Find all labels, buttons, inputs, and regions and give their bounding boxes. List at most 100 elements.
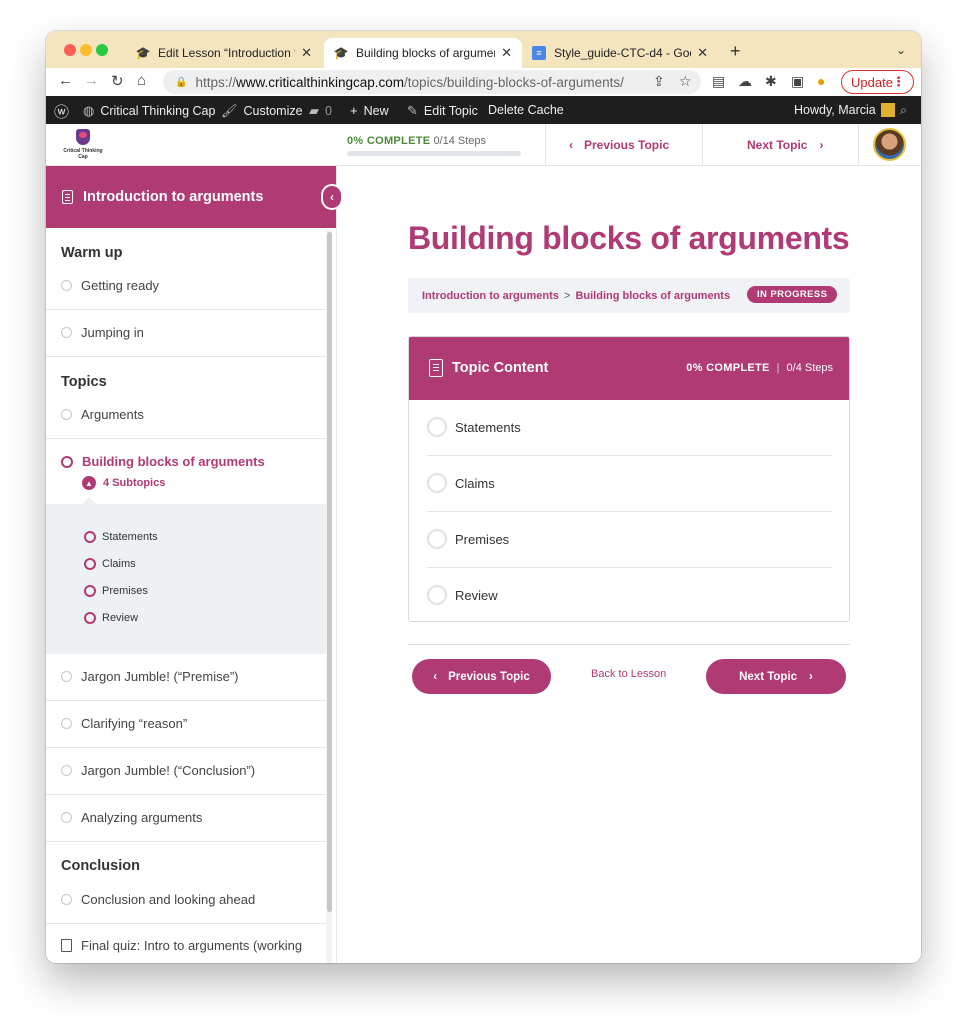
topic-content-item-statements[interactable]: Statements [427,399,832,455]
breadcrumb-parent-link[interactable]: Introduction to arguments [422,290,559,302]
share-icon[interactable]: ⇪ [653,73,665,90]
breadcrumb-current[interactable]: Building blocks of arguments [575,290,730,302]
customize-label: Customize [243,104,303,118]
topic-content-item-review[interactable]: Review [427,567,832,621]
bookmark-star-icon[interactable]: ☆ [679,73,692,90]
admin-site-link[interactable]: ◍ Critical Thinking Cap [83,103,215,119]
browser-window: 🎓 Edit Lesson “Introduction to arg ✕ 🎓 B… [46,31,921,963]
side-panel-icon[interactable]: ▣ [791,73,804,90]
subtopic-item-claims[interactable]: Claims [84,558,136,570]
section-heading-warm-up: Warm up [61,245,123,261]
close-tab-icon[interactable]: ✕ [501,45,512,61]
close-window-button[interactable] [64,44,76,56]
divider [46,356,326,357]
sidebar-item-building-blocks-active[interactable]: Building blocks of arguments [61,454,265,469]
sidebar-lesson-header[interactable]: Introduction to arguments [46,166,336,228]
topic-content-item-premises[interactable]: Premises [427,511,832,567]
zoom-window-button[interactable] [96,44,108,56]
new-content-link[interactable]: + New [350,103,389,118]
critical-thinking-cap-favicon-icon: 🎓 [333,46,349,60]
comments-link[interactable]: ▰ 0 [309,103,332,119]
customize-link[interactable]: 🖌 Customize [221,103,303,119]
back-arrow-icon[interactable]: ← [58,72,73,89]
topic-content-item-label: Claims [455,475,495,491]
previous-topic-button[interactable]: ‹ Previous Topic [412,659,551,694]
subtopic-item-statements[interactable]: Statements [84,531,158,543]
sidebar-item-analyzing-arguments[interactable]: Analyzing arguments [46,810,326,825]
search-icon[interactable]: ⌕ [900,103,907,118]
browser-tab[interactable]: 🎓 Edit Lesson “Introduction to arg ✕ [126,38,322,68]
new-label: New [363,103,389,118]
course-focus-header: Critical Thinking Cap 0% COMPLETE 0/14 S… [46,124,921,166]
next-topic-button[interactable]: Next Topic › [706,659,846,694]
sidebar-item-clarifying-reason[interactable]: Clarifying “reason” [46,716,326,731]
sidebar-item-jargon-conclusion[interactable]: Jargon Jumble! (“Conclusion”) [46,763,326,778]
back-to-lesson-link[interactable]: Back to Lesson [591,668,666,680]
reload-icon[interactable]: ↻ [111,72,124,90]
extension-icon[interactable]: ▤ [712,73,725,90]
browser-tab-active[interactable]: 🎓 Building blocks of arguments – ✕ [324,38,522,68]
url-host: www.criticalthinkingcap.com [235,74,405,90]
divider [46,700,326,701]
sidebar-item-label: Jumping in [81,325,144,340]
user-mini-avatar [880,103,895,117]
howdy-label: Howdy, Marcia [794,103,876,117]
topic-content-item-label: Review [455,587,498,603]
cloud-icon[interactable]: ☁ [738,73,752,90]
subtopic-item-review[interactable]: Review [84,612,138,624]
sidebar-item-arguments[interactable]: Arguments [46,407,326,422]
incomplete-circle-icon [61,718,72,729]
subtopics-panel: Statements Claims Premises Review [46,497,326,654]
logo-text: Critical Thinking Cap [63,148,103,160]
site-logo[interactable]: Critical Thinking Cap [60,129,106,161]
header-next-topic-link[interactable]: Next Topic › [747,138,823,152]
google-docs-icon: ≡ [532,46,546,60]
brush-icon: 🖌 [221,103,238,118]
topic-content-item-claims[interactable]: Claims [427,455,832,511]
subtopic-item-premises[interactable]: Premises [84,585,148,597]
minimize-window-button[interactable] [80,44,92,56]
profile-extension-icon[interactable]: ● [817,73,825,89]
user-avatar[interactable] [873,128,906,161]
close-tab-icon[interactable]: ✕ [697,45,708,61]
previous-topic-label: Previous Topic [448,670,530,683]
header-divider [702,124,703,165]
breadcrumb: Introduction to arguments > Building blo… [422,290,730,302]
subtopics-panel-notch [82,497,96,504]
lesson-document-icon [62,190,73,204]
delete-cache-link[interactable]: Delete Cache [488,103,564,117]
sidebar-item-jumping-in[interactable]: Jumping in [46,325,326,340]
sidebar-collapse-button[interactable]: ‹ [321,184,343,210]
header-divider [545,124,546,165]
divider [46,438,326,439]
wordpress-logo-icon[interactable]: ⓦ [54,101,69,122]
course-sidebar: Introduction to arguments Warm up Gettin… [46,166,337,963]
subtopic-label: Claims [102,558,136,570]
account-menu[interactable]: Howdy, Marcia [794,103,895,117]
sidebar-item-jargon-premise[interactable]: Jargon Jumble! (“Premise”) [46,669,326,684]
puzzle-extensions-icon[interactable]: ✱ [765,73,777,90]
address-bar[interactable]: 🔒 https://www.criticalthinkingcap.com/to… [163,70,701,94]
sidebar-scrollbar-thumb[interactable] [327,232,332,912]
incomplete-circle-icon [61,280,72,291]
close-tab-icon[interactable]: ✕ [301,45,312,61]
edit-topic-label: Edit Topic [423,104,478,118]
section-heading-topics: Topics [61,374,107,390]
header-previous-topic-link[interactable]: ‹ Previous Topic [569,138,669,152]
url-protocol: https:// [195,74,236,90]
course-progress-bar [347,151,521,156]
tab-search-chevron-icon[interactable]: ⌄ [896,43,906,57]
forward-arrow-icon[interactable]: → [84,72,99,89]
home-icon[interactable]: ⌂ [137,72,146,89]
toolbar: ← → ↻ ⌂ 🔒 https://www.criticalthinkingca… [46,68,921,96]
new-tab-icon[interactable]: + [730,41,741,62]
sidebar-item-final-quiz[interactable]: Final quiz: Intro to arguments (working [46,938,326,953]
sidebar-item-getting-ready[interactable]: Getting ready [46,278,326,293]
browser-tab[interactable]: ≡ Style_guide-CTC-d4 - Google D ✕ [522,38,718,68]
update-button[interactable]: Update ⋮ [841,70,914,94]
sidebar-item-conclusion-looking-ahead[interactable]: Conclusion and looking ahead [46,892,326,907]
sidebar-item-label: Conclusion and looking ahead [81,892,256,907]
edit-topic-link[interactable]: ✎ Edit Topic [407,103,478,119]
subtopics-toggle[interactable]: ▲ 4 Subtopics [82,476,165,490]
topic-content-item-label: Statements [455,419,521,435]
